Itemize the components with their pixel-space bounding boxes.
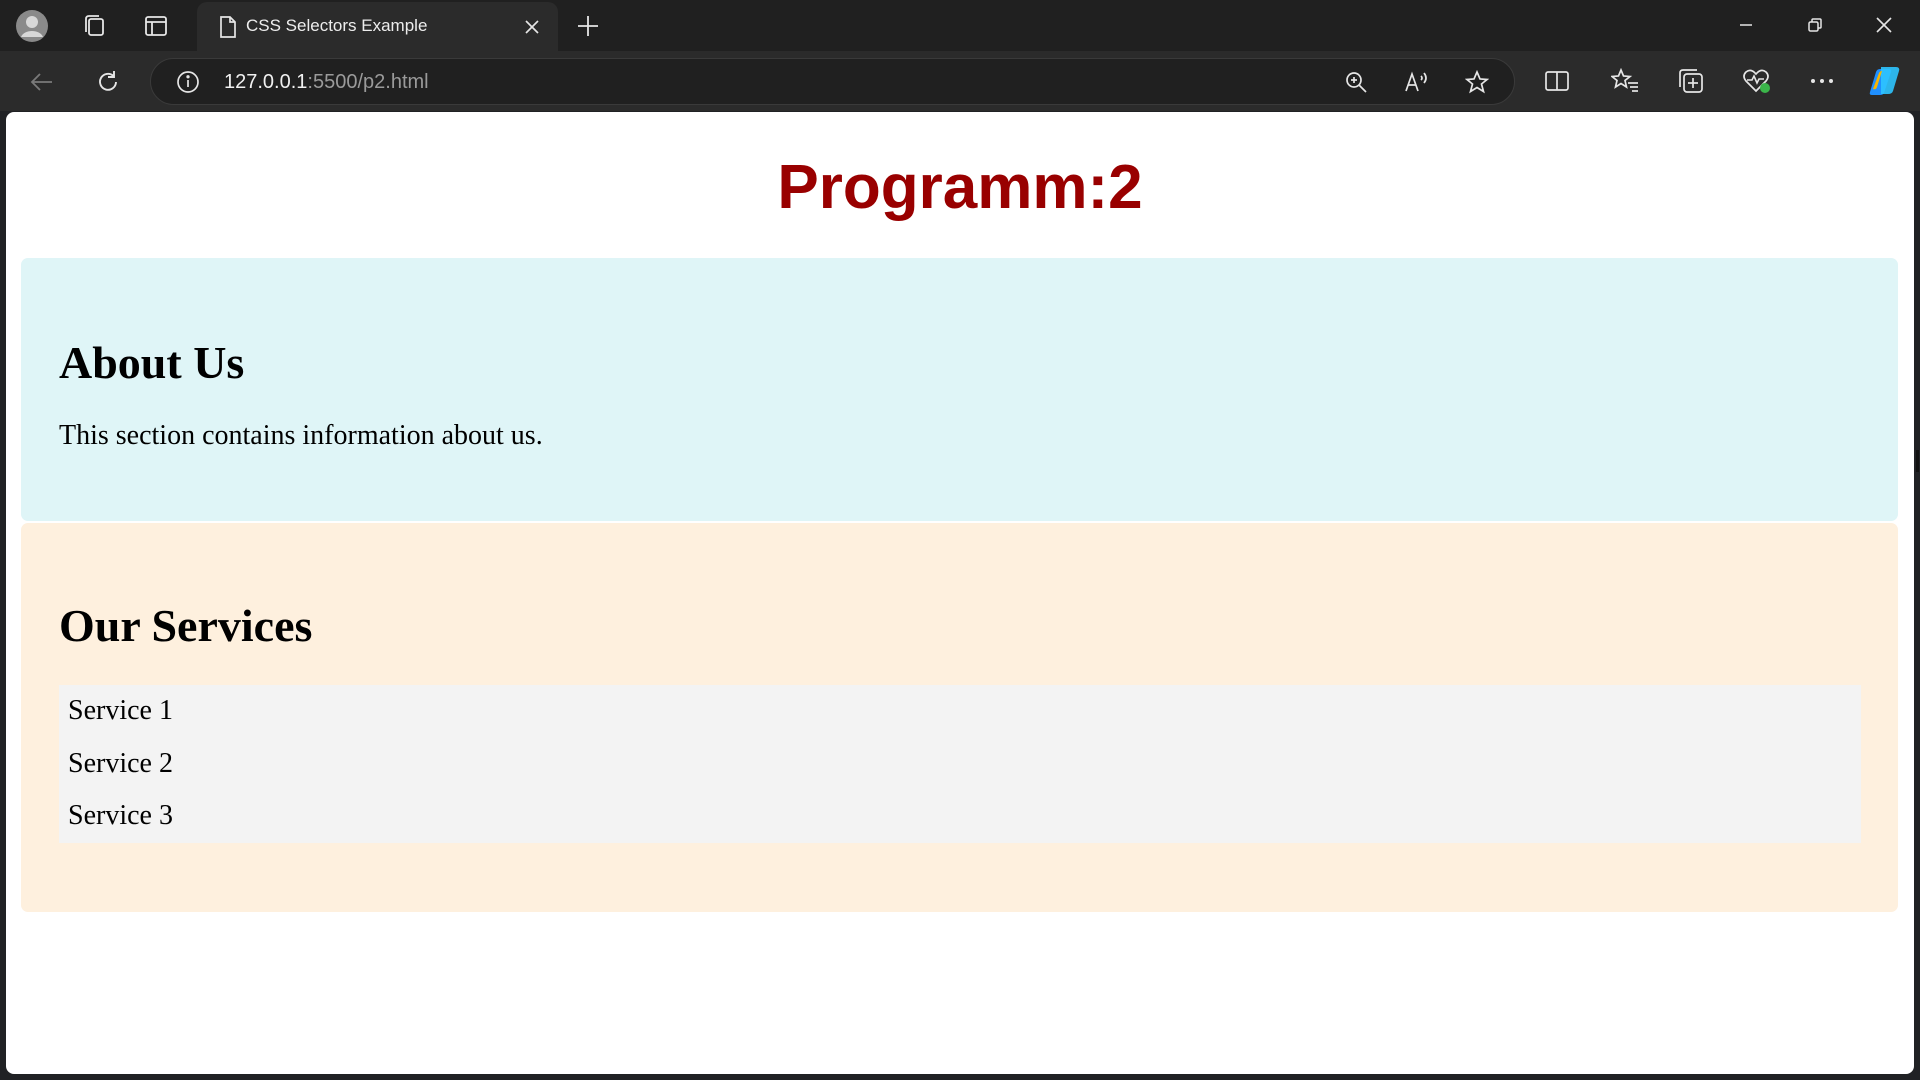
list-item: Service 2: [68, 748, 173, 779]
minimize-icon[interactable]: [1724, 6, 1768, 44]
text-cursor-icon: [1916, 450, 1919, 472]
favorites-icon[interactable]: [1610, 66, 1640, 96]
about-heading: About Us: [59, 337, 245, 388]
page-icon: [217, 15, 239, 39]
split-screen-icon[interactable]: [1542, 66, 1572, 96]
read-aloud-icon[interactable]: [1404, 69, 1430, 95]
about-text: This section contains information about …: [59, 420, 543, 451]
profile-icon[interactable]: [14, 8, 50, 44]
url-host: 127.0.0.1: [224, 71, 308, 93]
tab-title: CSS Selectors Example: [246, 16, 428, 35]
restore-icon[interactable]: [1793, 6, 1837, 44]
url-text[interactable]: 127.0.0.1:5500/p2.html: [224, 71, 429, 94]
services-section: Our Services Service 1 Service 2 Service…: [21, 523, 1898, 912]
zoom-icon[interactable]: [1343, 69, 1369, 95]
list-item: Service 3: [68, 800, 173, 831]
tab-actions-icon[interactable]: [140, 10, 172, 42]
collections-icon[interactable]: [1676, 66, 1706, 96]
heart-pulse-icon[interactable]: [1742, 66, 1772, 96]
page-viewport: Programm:2 About Us This section contain…: [6, 112, 1914, 1074]
close-icon[interactable]: [1862, 6, 1906, 44]
about-section: About Us This section contains informati…: [21, 258, 1898, 521]
url-path: :5500/p2.html: [307, 71, 429, 93]
services-list: Service 1 Service 2 Service 3: [59, 685, 1861, 843]
page-title: Programm:2: [777, 153, 1143, 222]
star-icon[interactable]: [1464, 69, 1490, 95]
copilot-icon[interactable]: [1866, 62, 1904, 100]
list-item: Service 1: [68, 695, 173, 726]
more-icon[interactable]: [1807, 66, 1837, 96]
address-bar[interactable]: 127.0.0.1:5500/p2.html: [150, 58, 1515, 105]
workspaces-icon[interactable]: [78, 10, 110, 42]
info-icon[interactable]: [175, 69, 201, 95]
reload-icon[interactable]: [90, 64, 126, 100]
plus-icon[interactable]: [572, 10, 604, 42]
tab-active[interactable]: CSS Selectors Example: [197, 2, 558, 51]
close-icon[interactable]: [519, 14, 545, 40]
tab-strip: CSS Selectors Example: [0, 0, 1920, 51]
back-arrow-icon[interactable]: [24, 64, 60, 100]
services-heading: Our Services: [59, 600, 313, 651]
